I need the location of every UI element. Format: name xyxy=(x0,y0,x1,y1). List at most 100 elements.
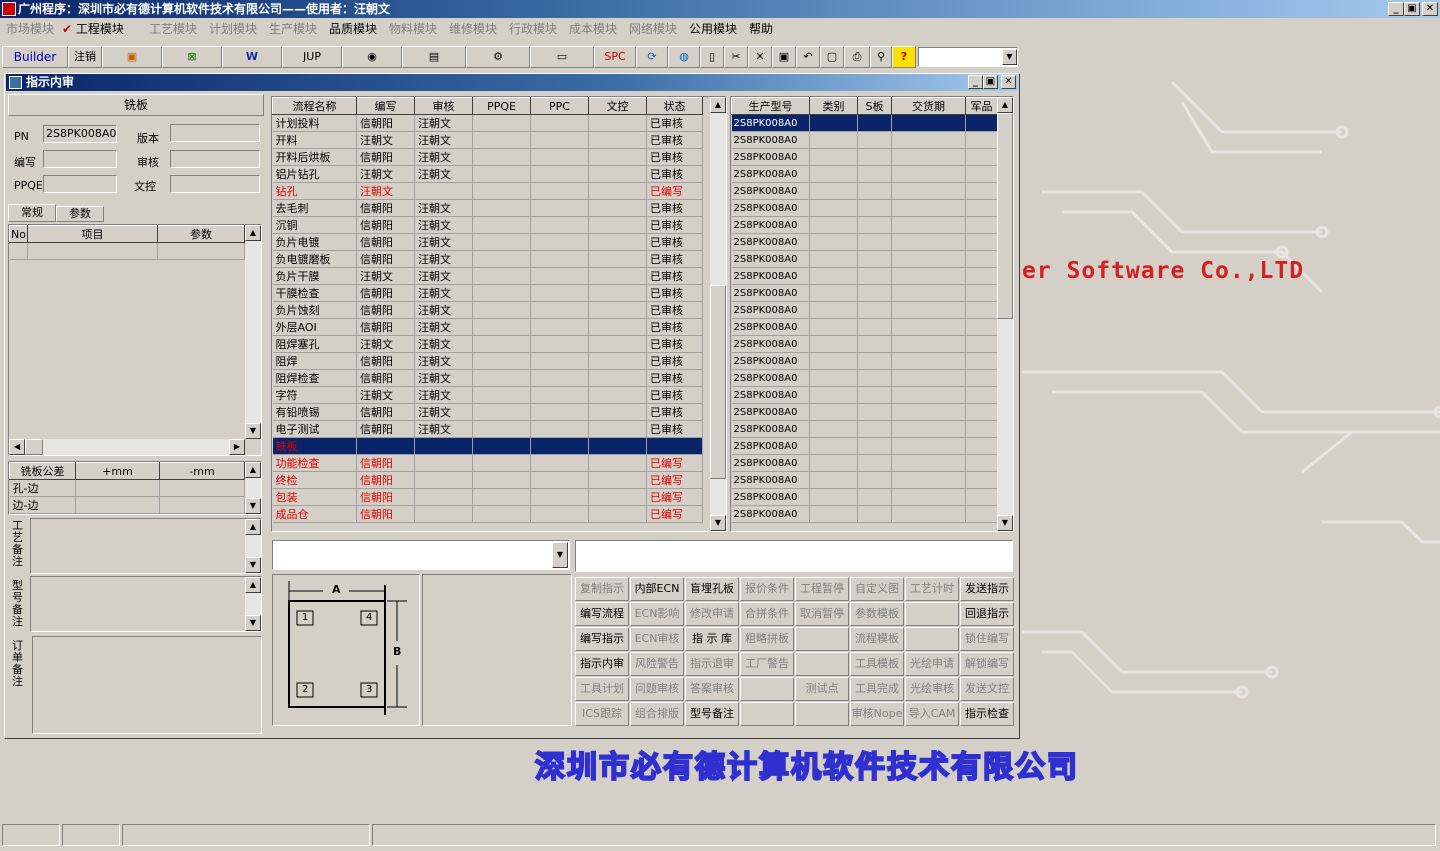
process-row[interactable]: 开料后烘板 信朝阳 汪朝文 已审核 xyxy=(272,148,703,166)
process-row[interactable]: 阻焊塞孔 汪朝文 汪朝文 已审核 xyxy=(272,335,703,353)
action-button[interactable]: 工具模板 xyxy=(850,652,904,676)
process-row[interactable]: 终检 信朝阳 已编写 xyxy=(272,471,703,489)
process-col-header[interactable]: PPC xyxy=(530,97,589,115)
scroll-down-icon[interactable]: ▼ xyxy=(245,615,261,631)
order-notes-field[interactable] xyxy=(32,636,262,734)
cut-icon[interactable]: ✂ xyxy=(724,46,748,68)
action-button[interactable]: 指示退审 xyxy=(685,652,739,676)
menu-market[interactable]: 市场模块 xyxy=(6,20,54,37)
process-col-header[interactable]: 流程名称 xyxy=(272,97,357,115)
model-col-header[interactable]: 生产型号 xyxy=(731,97,810,115)
menu-process[interactable]: 工艺模块 xyxy=(149,20,197,37)
action-button[interactable]: ECN影响 xyxy=(630,602,684,626)
param-vscroll[interactable]: ▲ ▼ xyxy=(245,225,261,439)
database-icon[interactable]: ▤ xyxy=(402,46,466,68)
action-button[interactable]: 型号备注 xyxy=(685,702,739,726)
scroll-up-icon[interactable]: ▲ xyxy=(245,225,261,241)
model-row[interactable]: 2S8PK008A0 xyxy=(731,199,998,217)
new-file-icon[interactable]: ▯ xyxy=(700,46,724,68)
model-row[interactable]: 2S8PK008A0 xyxy=(731,250,998,268)
action-button[interactable]: ECN审核 xyxy=(630,627,684,651)
action-button[interactable]: 工具完成 xyxy=(850,677,904,701)
process-col-header[interactable]: 文控 xyxy=(588,97,647,115)
action-button[interactable]: 解锁编写 xyxy=(960,652,1014,676)
tab-general[interactable]: 常规 xyxy=(8,204,56,222)
scroll-down-icon[interactable]: ▼ xyxy=(710,515,726,531)
action-button[interactable]: 取消暂停 xyxy=(795,602,849,626)
action-button[interactable]: 自定义图 xyxy=(850,577,904,601)
action-button[interactable] xyxy=(740,702,794,726)
scroll-down-icon[interactable]: ▼ xyxy=(997,515,1013,531)
scroll-thumb[interactable] xyxy=(25,439,43,455)
tab-params[interactable]: 参数 xyxy=(56,206,104,222)
process-vscroll[interactable]: ▲ ▼ xyxy=(710,97,726,531)
process-row[interactable]: 负电镀磨板 信朝阳 汪朝文 已审核 xyxy=(272,250,703,268)
action-button[interactable] xyxy=(905,602,959,626)
action-button[interactable] xyxy=(795,702,849,726)
process-row[interactable]: 计划投料 信朝阳 汪朝文 已审核 xyxy=(272,114,703,132)
preview-icon[interactable]: ▢ xyxy=(820,46,844,68)
action-button[interactable]: 参数模板 xyxy=(850,602,904,626)
process-col-header[interactable]: 审核 xyxy=(414,97,473,115)
process-notes-field[interactable]: ▲ ▼ xyxy=(30,518,262,574)
action-button[interactable]: 发送指示 xyxy=(960,577,1014,601)
panel-close-button[interactable]: ✕ xyxy=(1001,75,1016,89)
process-row[interactable]: 包装 信朝阳 已编写 xyxy=(272,488,703,506)
action-button[interactable]: 指示内审 xyxy=(575,652,629,676)
close-button[interactable]: ✕ xyxy=(1422,2,1438,16)
process-row[interactable]: 阻焊检查 信朝阳 汪朝文 已审核 xyxy=(272,369,703,387)
model-row[interactable]: 2S8PK008A0 xyxy=(731,437,998,455)
process-row[interactable]: 电子测试 信朝阳 汪朝文 已审核 xyxy=(272,420,703,438)
tools-icon[interactable]: ⚙ xyxy=(466,46,530,68)
toolbar-dropdown[interactable]: ▼ xyxy=(918,47,1018,67)
delete-icon[interactable]: ✕ xyxy=(748,46,772,68)
model-row[interactable]: 2S8PK008A0 xyxy=(731,454,998,472)
scroll-up-icon[interactable]: ▲ xyxy=(710,97,726,113)
author-field[interactable] xyxy=(43,150,117,168)
action-button[interactable] xyxy=(795,627,849,651)
scroll-down-icon[interactable]: ▼ xyxy=(245,498,261,514)
process-row[interactable]: 负片蚀刻 信朝阳 汪朝文 已审核 xyxy=(272,301,703,319)
doc-control-field[interactable] xyxy=(170,175,260,193)
action-button[interactable] xyxy=(795,652,849,676)
chevron-down-icon[interactable]: ▼ xyxy=(552,542,568,568)
model-row[interactable]: 2S8PK008A0 xyxy=(731,267,998,285)
process-col-header[interactable]: PPQE xyxy=(472,97,531,115)
model-row[interactable]: 2S8PK008A0 xyxy=(731,318,998,336)
undo-icon[interactable]: ↶ xyxy=(796,46,820,68)
model-row[interactable]: 2S8PK008A0 xyxy=(731,352,998,370)
process-row[interactable]: 字符 汪朝文 汪朝文 已审核 xyxy=(272,386,703,404)
version-field[interactable] xyxy=(170,124,260,142)
process-row[interactable]: 沉铜 信朝阳 汪朝文 已审核 xyxy=(272,216,703,234)
jup-button[interactable]: JUP xyxy=(282,46,342,68)
action-button[interactable]: 粗略拼板 xyxy=(740,627,794,651)
model-row[interactable]: 2S8PK008A0 xyxy=(731,505,998,523)
param-hscroll[interactable]: ◀ ▶ xyxy=(9,439,245,455)
process-row[interactable]: 负片干膜 汪朝文 汪朝文 已审核 xyxy=(272,267,703,285)
scroll-down-icon[interactable]: ▼ xyxy=(245,423,261,439)
instruction-input[interactable] xyxy=(575,540,1013,572)
action-button[interactable]: 锁住编写 xyxy=(960,627,1014,651)
ppqe-field[interactable] xyxy=(43,175,117,193)
action-button[interactable]: 复制指示 xyxy=(575,577,629,601)
restore-button[interactable]: ▣ xyxy=(1404,2,1420,16)
spc-button[interactable]: SPC xyxy=(594,46,636,68)
process-row[interactable]: 铣板 xyxy=(272,437,703,455)
model-row[interactable]: 2S8PK008A0 xyxy=(731,114,998,132)
model-row[interactable]: 2S8PK008A0 xyxy=(731,471,998,489)
pn-field[interactable]: 2S8PK008A0 xyxy=(43,125,117,143)
powerpoint-icon[interactable]: ▣ xyxy=(102,46,162,68)
process-combo[interactable]: ▼ xyxy=(272,540,570,570)
scroll-left-icon[interactable]: ◀ xyxy=(9,439,25,455)
action-button[interactable]: 组合排版 xyxy=(630,702,684,726)
scroll-up-icon[interactable]: ▲ xyxy=(245,519,261,535)
model-row[interactable]: 2S8PK008A0 xyxy=(731,386,998,404)
minimize-button[interactable]: _ xyxy=(1388,2,1404,16)
chevron-down-icon[interactable]: ▼ xyxy=(1002,49,1017,65)
model-row[interactable]: 2S8PK008A0 xyxy=(731,420,998,438)
print-icon[interactable]: ⎙ xyxy=(844,46,870,68)
process-row[interactable]: 有铅喷锡 信朝阳 汪朝文 已审核 xyxy=(272,403,703,421)
globe-icon[interactable]: ◍ xyxy=(668,46,700,68)
action-button[interactable]: 工厂警告 xyxy=(740,652,794,676)
refresh-icon[interactable]: ⟳ xyxy=(636,46,668,68)
